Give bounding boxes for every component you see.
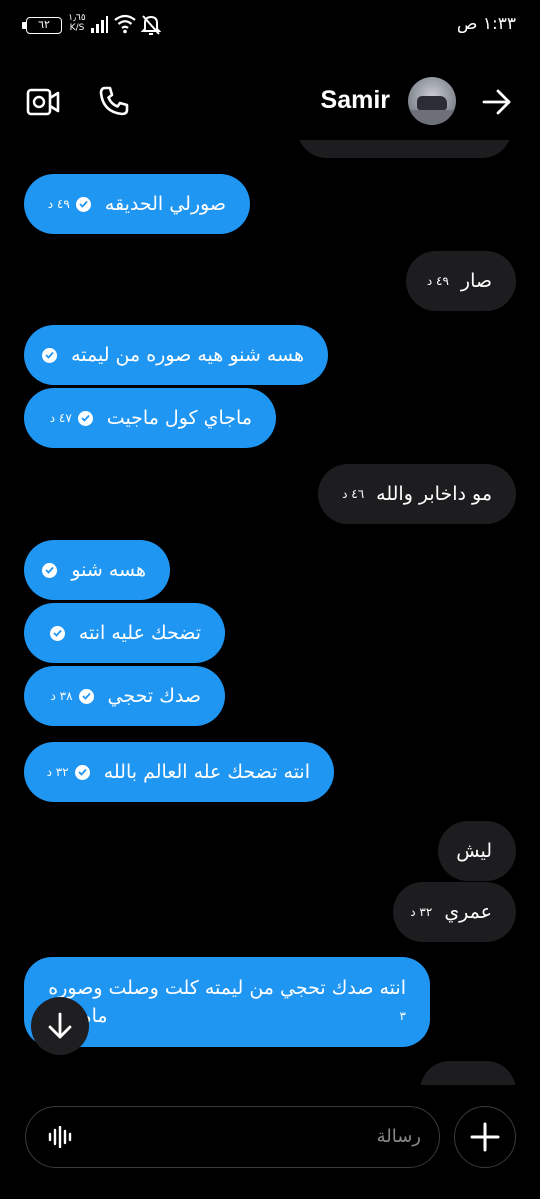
message-meta: ٤٦ د [342, 487, 376, 501]
message-bubble-partial [297, 140, 512, 158]
message-bubble[interactable]: ٣٨ د صدك تحجي [24, 666, 225, 726]
message-time: ٤٧ د [49, 411, 72, 425]
back-arrow-icon[interactable] [482, 89, 512, 115]
message-text: صدك تحجي [107, 685, 201, 707]
signal-icon [91, 16, 108, 33]
message-text-line: ٣ مامصور [46, 1002, 406, 1030]
message-text: تضحك عليه انته [78, 622, 201, 644]
message-time: ٣ [399, 1009, 406, 1023]
message-meta: ٣٢ د [46, 764, 104, 780]
scroll-to-bottom-button[interactable] [31, 997, 89, 1055]
message-bubble-partial [420, 1061, 516, 1085]
battery-indicator: ٦٢ [26, 17, 62, 34]
network-speed-value: ١٫٦٥ [68, 13, 86, 23]
read-check-icon [77, 410, 93, 426]
network-speed: ١٫٦٥ K/S [66, 13, 88, 33]
message-text: صار [460, 270, 492, 292]
phone-call-icon[interactable] [98, 85, 130, 117]
message-meta: ٤٩ د [427, 274, 461, 288]
read-check-icon [42, 562, 58, 578]
status-bar: ٦٢ ١٫٦٥ K/S ١:٣٣ ص [0, 0, 540, 52]
message-bubble[interactable]: ٣٢ د انته تضحك عله العالم بالله [24, 742, 334, 802]
message-meta: ٣٨ د [50, 688, 107, 704]
message-text: صورلي الحديقه [104, 193, 226, 215]
read-check-icon [74, 764, 90, 780]
add-attachment-button[interactable] [454, 1106, 516, 1168]
message-bubble[interactable]: هسه شنو هيه صوره من ليمته [24, 325, 328, 385]
avatar-ground [408, 110, 456, 125]
read-check-icon [75, 196, 91, 212]
message-time: ٣٢ د [410, 905, 433, 919]
message-text: عمري [444, 901, 492, 923]
message-bubble[interactable]: صار ٤٩ د [406, 251, 516, 311]
message-text: هسه شنو [71, 559, 146, 581]
read-check-icon [78, 688, 94, 704]
message-list[interactable]: ٤٩ د صورلي الحديقه صار ٤٩ د هسه شنو هيه … [0, 140, 540, 1085]
message-text: ليش [456, 840, 492, 862]
message-bubble[interactable]: ٤٩ د صورلي الحديقه [24, 174, 250, 234]
battery-tip [22, 22, 26, 29]
message-bubble[interactable]: ليش [438, 821, 516, 881]
bell-muted-icon [141, 15, 161, 35]
wifi-icon [114, 14, 136, 34]
plus-icon [470, 1122, 500, 1152]
message-meta: ٤٧ د [49, 410, 107, 426]
message-meta [44, 625, 79, 641]
message-meta: ٤٩ د [47, 196, 105, 212]
message-bubble[interactable]: هسه شنو [24, 540, 170, 600]
voice-wave-icon[interactable] [48, 1126, 74, 1148]
message-time: ٤٦ د [342, 487, 365, 501]
message-composer[interactable] [25, 1106, 440, 1168]
avatar-car [417, 96, 447, 110]
message-time: ٣٢ د [46, 765, 69, 779]
message-time: ٤٩ د [47, 197, 70, 211]
message-meta [36, 347, 71, 363]
message-input[interactable] [96, 1107, 421, 1166]
arrow-down-icon [48, 1012, 72, 1039]
chat-header: Samir [0, 52, 540, 152]
message-time: ٤٩ د [426, 274, 449, 288]
message-bubble[interactable]: ٤٧ د ماجاي كول ماجيت [24, 388, 276, 448]
clock: ١:٣٣ ص [456, 14, 516, 34]
message-text: مو داخابر والله [376, 483, 492, 505]
network-speed-unit: K/S [69, 23, 85, 33]
video-call-icon[interactable] [26, 88, 60, 116]
message-meta: ٣٢ د [410, 905, 444, 919]
message-text-line: انته صدك تحجي من ليمته كلت وصلت وصوره [48, 977, 406, 999]
message-text: انته تضحك عله العالم بالله [103, 761, 310, 783]
read-check-icon [49, 625, 65, 641]
message-time: ٣٨ د [50, 689, 73, 703]
message-bubble[interactable]: عمري ٣٢ د [393, 882, 516, 942]
contact-name[interactable]: Samir [321, 86, 390, 115]
message-bubble[interactable]: تضحك عليه انته [24, 603, 225, 663]
message-bubble[interactable]: مو داخابر والله ٤٦ د [318, 464, 516, 524]
read-check-icon [42, 347, 58, 363]
message-text: ماجاي كول ماجيت [106, 407, 252, 429]
contact-avatar[interactable] [408, 77, 456, 125]
message-text: هسه شنو هيه صوره من ليمته [71, 344, 304, 366]
message-meta [36, 562, 71, 578]
